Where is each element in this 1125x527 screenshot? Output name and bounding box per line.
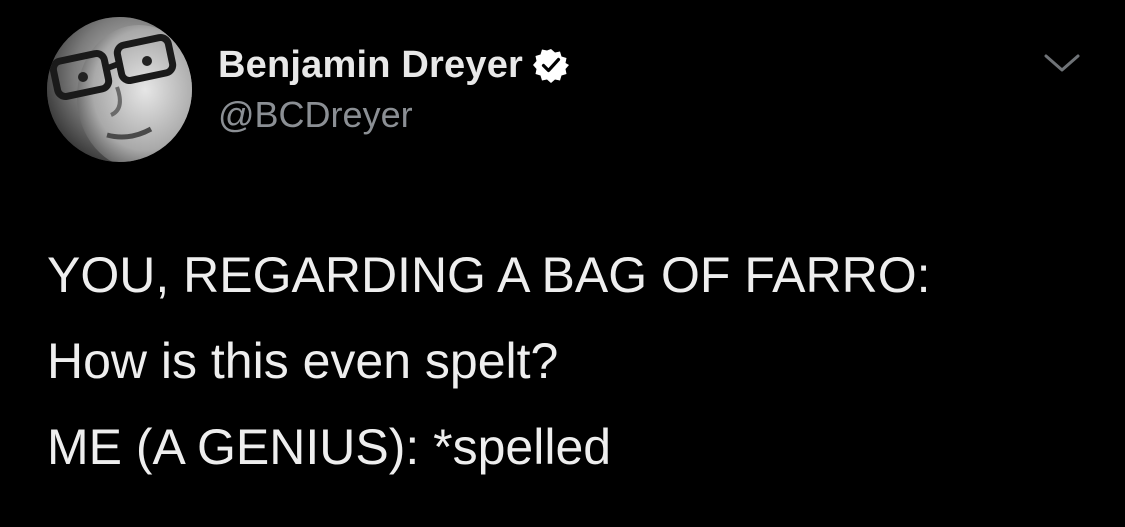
tweet-line: YOU, REGARDING A BAG OF FARRO: — [47, 247, 931, 303]
chevron-down-icon — [1044, 54, 1080, 72]
tweet-line: How is this even spelt? — [47, 333, 559, 389]
avatar-photo-icon — [47, 17, 192, 162]
tweet-menu-button[interactable] — [1040, 50, 1084, 78]
tweet-text: YOU, REGARDING A BAG OF FARRO: How is th… — [47, 232, 1097, 490]
verified-badge-icon — [533, 47, 570, 83]
user-handle[interactable]: @BCDreyer — [218, 94, 569, 136]
display-name[interactable]: Benjamin Dreyer — [218, 44, 523, 87]
tweet-header: Benjamin Dreyer @BCDreyer — [218, 42, 570, 136]
name-row: Benjamin Dreyer — [218, 42, 570, 88]
avatar[interactable] — [47, 17, 192, 162]
tweet-card: Benjamin Dreyer @BCDreyer YOU, REGARDING… — [0, 0, 1125, 527]
tweet-line: ME (A GENIUS): *spelled — [47, 419, 612, 475]
